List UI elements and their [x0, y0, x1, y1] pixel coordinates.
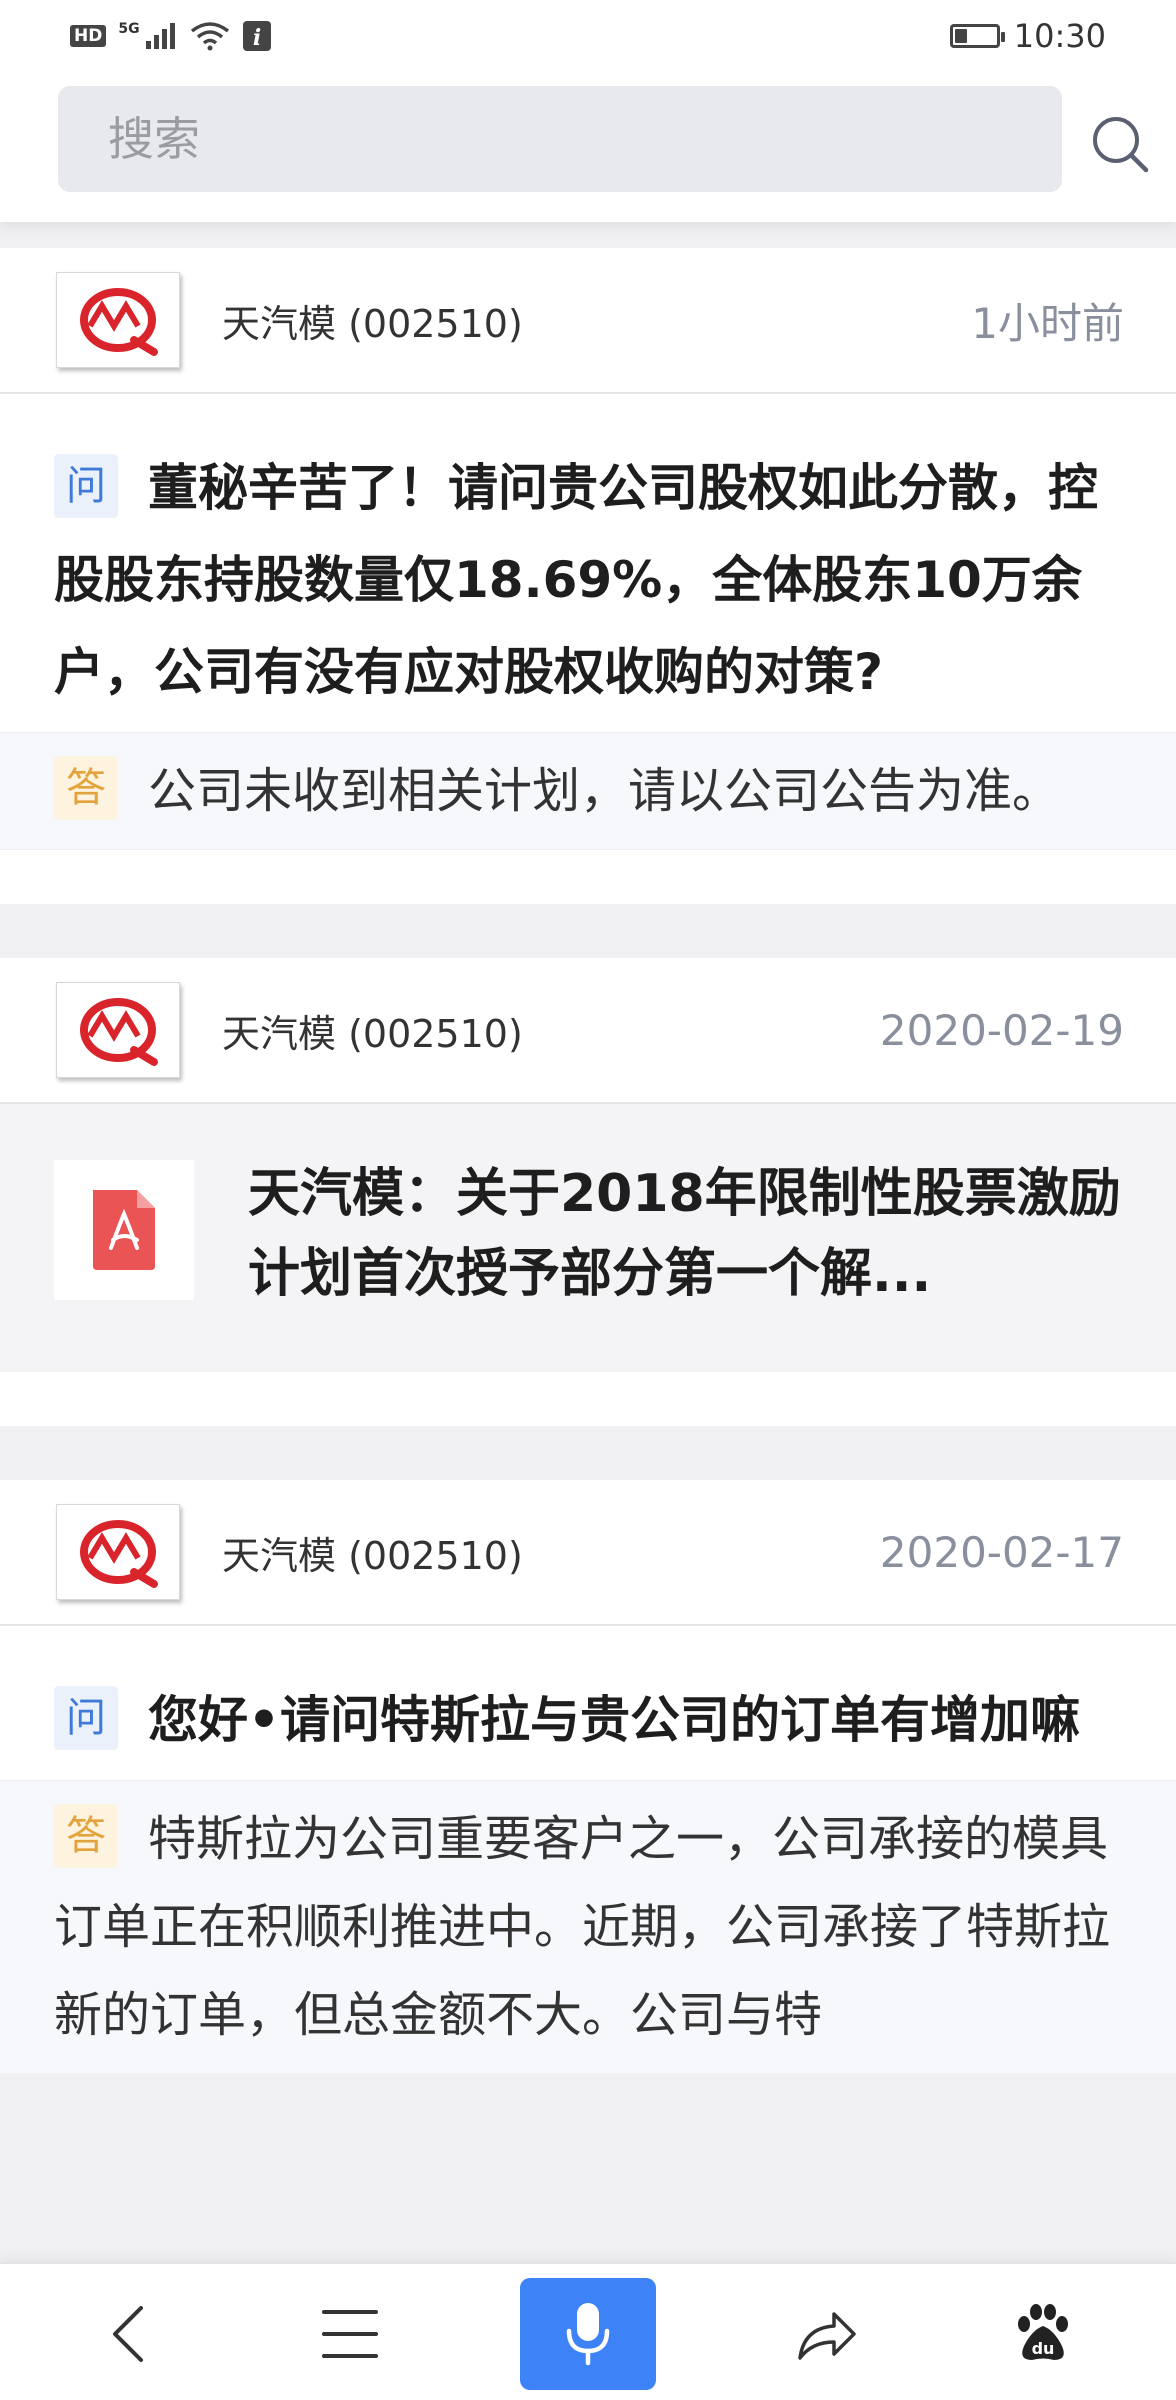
feed: 天汽模 (002510) 1小时前 问董秘辛苦了！请问贵公司股权如此分散，控股股…: [0, 222, 1176, 2074]
share-icon: [798, 2312, 856, 2360]
card-bottom-space: [0, 1372, 1176, 1426]
status-right: 10:30: [949, 17, 1106, 55]
question-text-wrap: 问董秘辛苦了！请问贵公司股权如此分散，控股股东持股数量仅18.69%，全体股东1…: [54, 442, 1124, 718]
status-bar: HD 5G i 10:30: [0, 0, 1176, 72]
company-logo-icon: [80, 1520, 158, 1588]
post-time: 1小时前: [971, 298, 1124, 348]
card-header: 天汽模 (002510) 2020-02-19: [0, 958, 1176, 1104]
post-time: 2020-02-17: [879, 1527, 1124, 1577]
pdf-icon: [93, 1190, 155, 1270]
answer-text: 公司未收到相关计划，请以公司公告为准。: [148, 763, 1061, 819]
company-logo-icon: [80, 288, 158, 356]
menu-button[interactable]: [282, 2278, 418, 2390]
company-name[interactable]: 天汽模 (002510): [222, 1525, 523, 1580]
voice-search-button[interactable]: [520, 2278, 656, 2390]
hd-badge: HD: [70, 25, 107, 47]
search-header: [0, 72, 1176, 222]
svg-text:du: du: [1032, 2339, 1055, 2358]
search-box[interactable]: [58, 86, 1062, 192]
battery-level: [954, 29, 967, 43]
card-gap: [0, 904, 1176, 958]
document-link[interactable]: 天汽模：关于2018年限制性股票激励计划首次授予部分第一个解...: [0, 1104, 1176, 1372]
info-icon: i: [242, 21, 271, 51]
question-text-wrap: 问您好•请问特斯拉与贵公司的订单有增加嘛: [54, 1674, 1124, 1766]
company-logo-icon: [80, 998, 158, 1066]
bottom-nav: du: [0, 2262, 1176, 2400]
card-header: 天汽模 (002510) 1小时前: [0, 248, 1176, 394]
search-input[interactable]: [108, 112, 1062, 166]
document-title[interactable]: 天汽模：关于2018年限制性股票激励计划首次授予部分第一个解...: [248, 1154, 1124, 1314]
answer-text: 特斯拉为公司重要客户之一，公司承接的模具订单正在积顺利推进中。近期，公司承接了特…: [54, 1811, 1111, 2043]
company-logo: [56, 272, 180, 368]
card-gap: [0, 1426, 1176, 1480]
search-button[interactable]: [1088, 112, 1152, 176]
company-logo: [56, 982, 180, 1078]
answer-text-wrap: 答公司未收到相关计划，请以公司公告为准。: [54, 747, 1124, 835]
document-card[interactable]: 天汽模 (002510) 2020-02-19 天汽模：关于2018年限制性股票…: [0, 958, 1176, 1426]
baidu-paw-icon: du: [1018, 2304, 1068, 2360]
answer-block: 答公司未收到相关计划，请以公司公告为准。: [0, 732, 1176, 850]
menu-icon: [322, 2310, 378, 2358]
post-time: 2020-02-19: [879, 1005, 1124, 1055]
qa-card[interactable]: 天汽模 (002510) 2020-02-17 问您好•请问特斯拉与贵公司的订单…: [0, 1480, 1176, 2074]
company-name[interactable]: 天汽模 (002510): [222, 1003, 523, 1058]
question-text: 您好•请问特斯拉与贵公司的订单有增加嘛: [148, 1691, 1080, 1749]
answer-block: 答特斯拉为公司重要客户之一，公司承接的模具订单正在积顺利推进中。近期，公司承接了…: [0, 1780, 1176, 2074]
status-icons: HD 5G i: [70, 20, 272, 52]
baidu-button[interactable]: du: [974, 2278, 1110, 2390]
question-text: 董秘辛苦了！请问贵公司股权如此分散，控股股东持股数量仅18.69%，全体股东10…: [54, 459, 1098, 701]
clock: 10:30: [1013, 17, 1106, 55]
answer-text-wrap: 答特斯拉为公司重要客户之一，公司承接的模具订单正在积顺利推进中。近期，公司承接了…: [54, 1795, 1124, 2059]
share-button[interactable]: [758, 2278, 894, 2390]
feed-top-gap: [0, 222, 1176, 248]
battery-icon: [949, 24, 1005, 48]
microphone-icon: [566, 2303, 610, 2366]
question-block: 问您好•请问特斯拉与贵公司的订单有增加嘛: [0, 1626, 1176, 1780]
question-tag: 问: [54, 453, 118, 518]
network-type: 5G: [118, 21, 140, 37]
search-icon: [1093, 117, 1149, 173]
back-icon: [113, 2306, 143, 2362]
company-logo: [56, 1504, 180, 1600]
wifi-icon: [190, 22, 229, 51]
answer-tag: 答: [54, 1804, 118, 1868]
signal-icon: [145, 23, 175, 49]
card-bottom-space: [0, 850, 1176, 904]
back-button[interactable]: [60, 2278, 196, 2390]
card-header: 天汽模 (002510) 2020-02-17: [0, 1480, 1176, 1626]
qa-card[interactable]: 天汽模 (002510) 1小时前 问董秘辛苦了！请问贵公司股权如此分散，控股股…: [0, 248, 1176, 904]
company-name[interactable]: 天汽模 (002510): [222, 293, 523, 348]
question-tag: 问: [54, 1685, 118, 1750]
answer-tag: 答: [54, 756, 118, 820]
pdf-thumbnail: [54, 1160, 194, 1300]
svg-text:i: i: [252, 25, 260, 51]
question-block: 问董秘辛苦了！请问贵公司股权如此分散，控股股东持股数量仅18.69%，全体股东1…: [0, 394, 1176, 732]
